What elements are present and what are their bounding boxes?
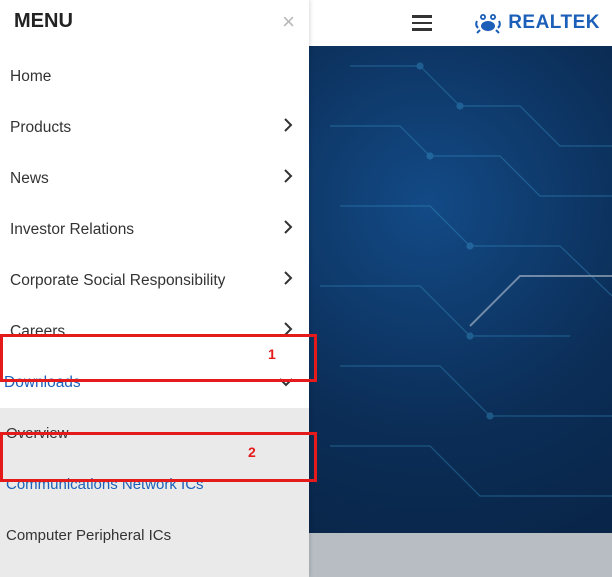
menu-header: MENU × bbox=[0, 0, 309, 51]
side-menu: MENU × Home Products News Investor Relat… bbox=[0, 0, 309, 577]
hamburger-icon[interactable] bbox=[412, 15, 432, 31]
crab-icon bbox=[474, 11, 502, 35]
chevron-right-icon bbox=[284, 271, 293, 290]
menu-item-label: Products bbox=[10, 119, 71, 137]
chevron-down-icon bbox=[279, 374, 293, 392]
brand-text: REALTEK bbox=[508, 12, 600, 34]
menu-item-products[interactable]: Products bbox=[0, 102, 309, 153]
menu-list: Home Products News Investor Relations bbox=[0, 51, 309, 577]
menu-item-home[interactable]: Home bbox=[0, 51, 309, 102]
menu-item-label: Downloads bbox=[4, 374, 81, 392]
submenu-item-label: Communications Network ICs bbox=[6, 476, 204, 493]
chevron-right-icon bbox=[284, 322, 293, 341]
close-icon[interactable]: × bbox=[282, 11, 295, 33]
menu-item-label: News bbox=[10, 170, 49, 188]
menu-title: MENU bbox=[14, 10, 73, 33]
menu-item-label: Corporate Social Responsibility bbox=[10, 272, 225, 290]
menu-item-investor-relations[interactable]: Investor Relations bbox=[0, 204, 309, 255]
submenu-item-label: Overview bbox=[6, 425, 69, 442]
submenu-downloads: Overview Communications Network ICs Comp… bbox=[0, 408, 309, 577]
submenu-item-overview[interactable]: Overview bbox=[0, 408, 309, 459]
submenu-item-computer-peripheral-ics[interactable]: Computer Peripheral ICs bbox=[0, 510, 309, 561]
menu-item-label: Home bbox=[10, 68, 51, 86]
submenu-item-communications-network-ics[interactable]: Communications Network ICs bbox=[0, 459, 309, 510]
annotation-label-2: 2 bbox=[248, 444, 256, 460]
chevron-right-icon bbox=[284, 118, 293, 137]
chevron-right-icon bbox=[284, 220, 293, 239]
menu-item-news[interactable]: News bbox=[0, 153, 309, 204]
menu-item-careers[interactable]: Careers bbox=[0, 306, 309, 357]
submenu-item-label: Computer Peripheral ICs bbox=[6, 527, 171, 544]
annotation-label-1: 1 bbox=[268, 346, 276, 362]
submenu-item-multimedia-ics[interactable]: Multimedia ICs bbox=[0, 561, 309, 577]
menu-item-label: Investor Relations bbox=[10, 221, 134, 239]
chevron-right-icon bbox=[284, 169, 293, 188]
app-root: REALTEK bbox=[0, 0, 612, 577]
menu-item-label: Careers bbox=[10, 323, 65, 341]
menu-item-downloads[interactable]: Downloads bbox=[0, 357, 309, 408]
brand-logo[interactable]: REALTEK bbox=[474, 11, 600, 35]
menu-item-csr[interactable]: Corporate Social Responsibility bbox=[0, 255, 309, 306]
